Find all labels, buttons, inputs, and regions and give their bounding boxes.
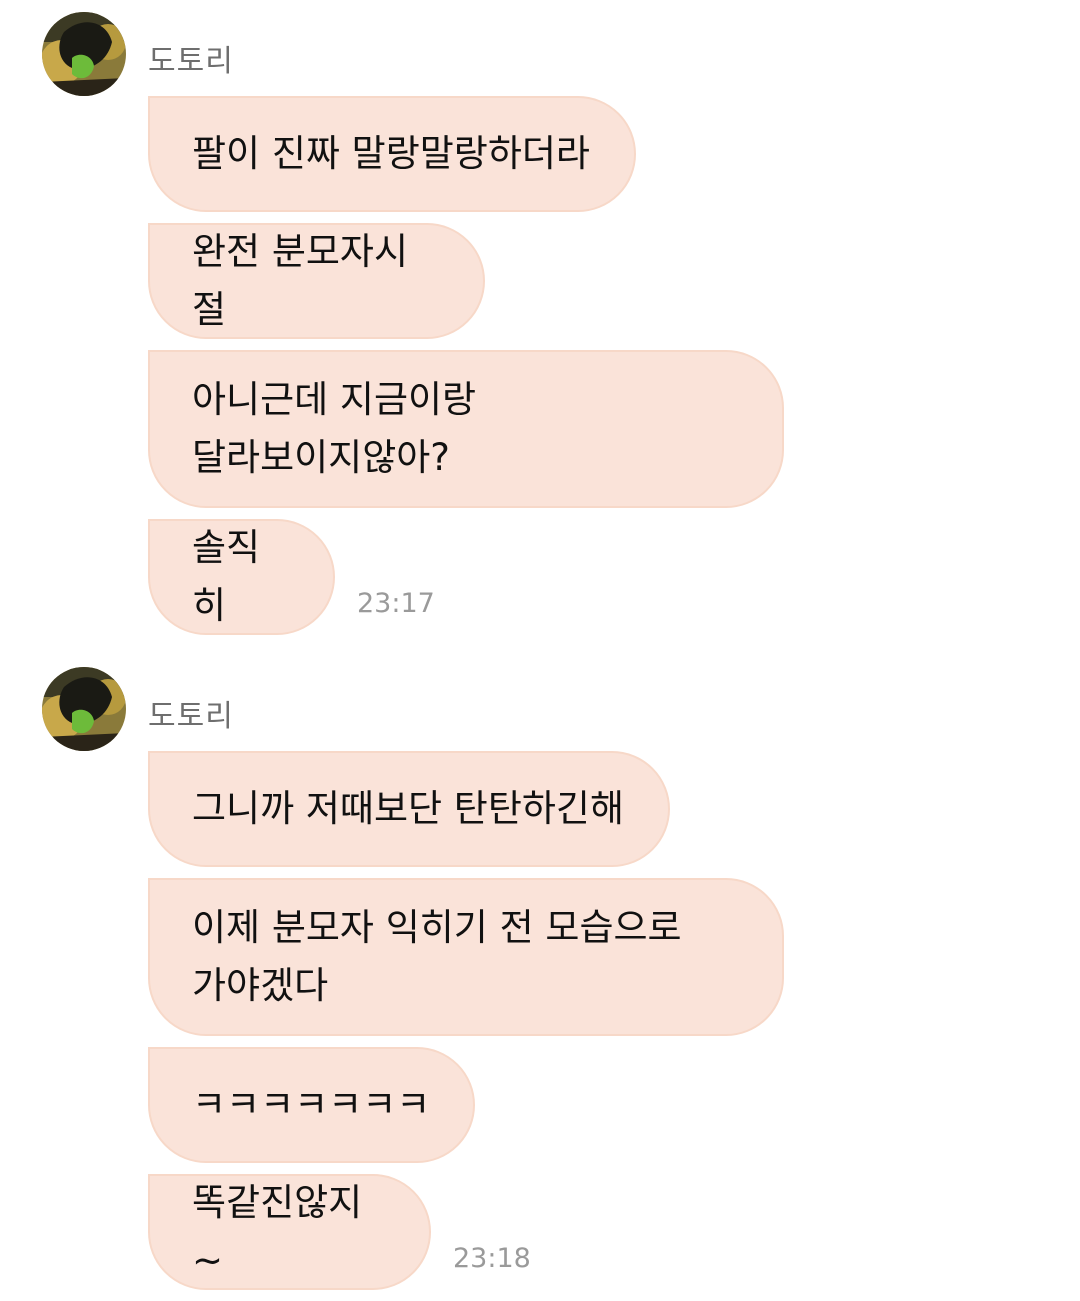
message-bubble[interactable]: 이제 분모자 익히기 전 모습으로 가야겠다 (148, 878, 784, 1036)
message-text: 완전 분모자시절 (192, 230, 409, 331)
message-time: 23:18 (453, 1243, 531, 1274)
avatar[interactable] (42, 12, 126, 96)
message-bubble[interactable]: ㅋㅋㅋㅋㅋㅋㅋ (148, 1047, 475, 1163)
message-time: 23:17 (357, 588, 435, 619)
profile-photo-icon (42, 667, 126, 751)
message-text: 아니근데 지금이랑 달라보이지않아? (192, 378, 477, 479)
message-text: 똑같진않지~ (192, 1181, 363, 1282)
message-text: 이제 분모자 익히기 전 모습으로 가야겠다 (192, 906, 682, 1007)
message-bubble[interactable]: 완전 분모자시절 (148, 223, 485, 339)
message-text: 팔이 진짜 말랑말랑하더라 (192, 132, 590, 175)
message-text: ㅋㅋㅋㅋㅋㅋㅋ (192, 1083, 431, 1126)
sender-name: 도토리 (148, 699, 234, 734)
message-bubble[interactable]: 그니까 저때보단 탄탄하긴해 (148, 751, 670, 867)
profile-photo-icon (42, 12, 126, 96)
message-bubble[interactable]: 아니근데 지금이랑 달라보이지않아? (148, 350, 784, 508)
message-text: 그니까 저때보단 탄탄하긴해 (192, 787, 625, 830)
message-bubble[interactable]: 솔직히 (148, 519, 335, 635)
message-bubble[interactable]: 팔이 진짜 말랑말랑하더라 (148, 96, 636, 212)
avatar[interactable] (42, 667, 126, 751)
message-bubble[interactable]: 똑같진않지~ (148, 1174, 431, 1290)
sender-name: 도토리 (148, 44, 234, 79)
message-text: 솔직히 (192, 526, 261, 627)
